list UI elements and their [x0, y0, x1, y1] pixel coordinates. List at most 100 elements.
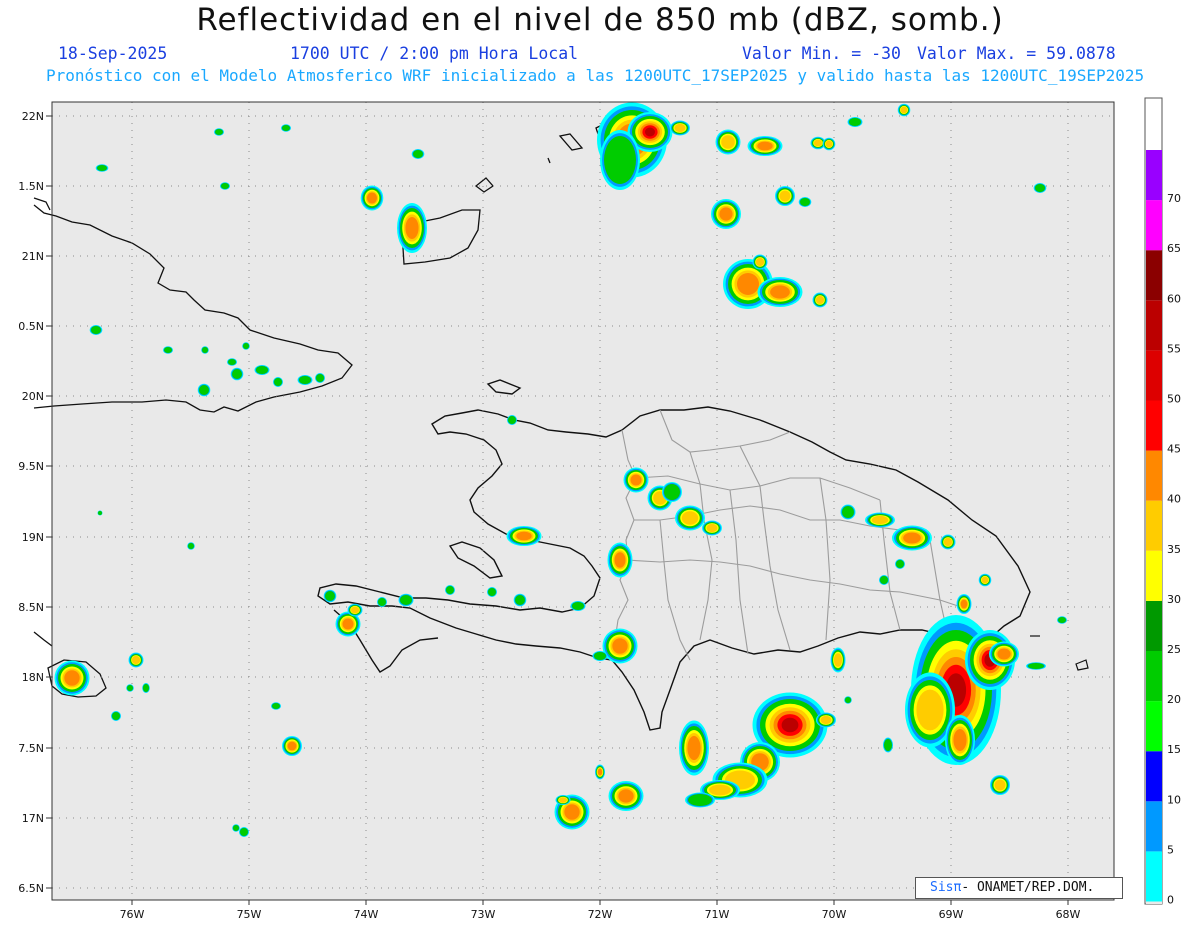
reflectivity-cell: [825, 140, 833, 148]
reflectivity-cell: [800, 198, 810, 206]
reflectivity-cell: [903, 532, 921, 544]
colorbar-label: 45: [1167, 443, 1181, 456]
reflectivity-cell: [282, 125, 290, 131]
reflectivity-cell: [687, 735, 701, 761]
colorbar-segment: [1146, 350, 1162, 401]
reflectivity-cell: [604, 136, 636, 184]
reflectivity-cell: [572, 602, 584, 610]
reflectivity-cell: [413, 150, 423, 158]
reflectivity-cell: [64, 670, 80, 686]
reflectivity-cell: [221, 183, 229, 189]
reflectivity-cell: [112, 712, 120, 720]
reflectivity-cell: [316, 374, 324, 382]
reflectivity-cell: [781, 717, 799, 733]
reflectivity-cell: [681, 511, 699, 525]
colorbar-segment: [1146, 801, 1162, 852]
reflectivity-cell: [688, 794, 712, 806]
reflectivity-cell: [232, 369, 242, 379]
colorbar-segment: [1146, 450, 1162, 501]
lon-label: 75W: [237, 908, 262, 921]
colorbar: [1144, 97, 1163, 905]
colorbar-label: 50: [1167, 393, 1181, 406]
reflectivity-cell: [719, 207, 733, 221]
reflectivity-cell: [240, 828, 248, 836]
reflectivity-cell: [770, 285, 790, 299]
lat-label: 21N: [22, 250, 44, 263]
lon-label: 72W: [588, 908, 613, 921]
reflectivity-cell: [614, 552, 626, 568]
reflectivity-cell: [994, 779, 1006, 791]
reflectivity-cell: [981, 576, 989, 584]
reflectivity-map: 76W 75W 74W 73W 72W 71W 70W 69W 68W 22N …: [18, 97, 1181, 921]
colorbar-segment: [1146, 400, 1162, 451]
colorbar-segment: [1146, 701, 1162, 752]
colorbar-segment: [1146, 300, 1162, 351]
reflectivity-cell: [202, 347, 208, 353]
reflectivity-cell: [98, 511, 102, 515]
reflectivity-cell: [325, 591, 335, 601]
lat-label: 7.5N: [18, 742, 44, 755]
reflectivity-cell: [143, 684, 149, 692]
reflectivity-cell: [558, 797, 568, 803]
lat-label: 1.5N: [18, 180, 44, 193]
colorbar-segment: [1146, 651, 1162, 702]
reflectivity-cell: [274, 378, 282, 386]
colorbar-label: 40: [1167, 493, 1181, 506]
reflectivity-cell: [350, 606, 360, 614]
reflectivity-cell: [880, 576, 888, 584]
colorbar-underflow: [1146, 901, 1162, 904]
reflectivity-cell: [127, 685, 133, 691]
colorbar-segment: [1146, 200, 1162, 251]
lon-label: 68W: [1056, 908, 1081, 921]
reflectivity-cell: [813, 139, 823, 147]
lon-label: 76W: [120, 908, 145, 921]
reflectivity-cell: [953, 729, 967, 751]
credit-box: Sisπ- ONAMET/REP.DOM.: [915, 877, 1123, 899]
reflectivity-cell: [871, 515, 889, 525]
colorbar-label: 30: [1167, 593, 1181, 606]
reflectivity-cell: [446, 586, 454, 594]
reflectivity-cell: [400, 595, 412, 605]
reflectivity-cell: [1058, 617, 1066, 623]
lat-label: 6.5N: [18, 882, 44, 895]
colorbar-segment: [1146, 851, 1162, 902]
reflectivity-cell: [564, 804, 580, 820]
reflectivity-cell: [188, 543, 194, 549]
reflectivity-cell: [943, 537, 953, 547]
colorbar-segment: [1146, 150, 1162, 201]
reflectivity-cell: [721, 135, 735, 149]
reflectivity-cell: [849, 118, 861, 126]
colorbar-label: 60: [1167, 292, 1181, 305]
reflectivity-cell: [960, 599, 968, 609]
reflectivity-cell: [997, 648, 1011, 660]
colorbar-label: 65: [1167, 242, 1181, 255]
colorbar-label: 15: [1167, 743, 1181, 756]
reflectivity-cell: [367, 192, 377, 204]
map-background: [52, 102, 1114, 900]
reflectivity-cell: [488, 588, 496, 596]
reflectivity-cell: [612, 638, 628, 654]
reflectivity-cell: [916, 689, 944, 731]
colorbar-label: 55: [1167, 342, 1181, 355]
reflectivity-cell: [1028, 663, 1044, 669]
colorbar-label: 25: [1167, 643, 1181, 656]
reflectivity-cell: [737, 273, 759, 295]
reflectivity-cell: [664, 484, 680, 500]
reflectivity-cell: [233, 825, 239, 831]
reflectivity-cell: [594, 652, 606, 660]
reflectivity-cell: [842, 506, 854, 518]
reflectivity-cell: [287, 741, 297, 751]
reflectivity-cell: [378, 598, 386, 606]
reflectivity-cell: [597, 768, 603, 776]
reflectivity-cell: [757, 141, 773, 151]
colorbar-label: 70: [1167, 192, 1181, 205]
reflectivity-cell: [299, 376, 311, 384]
reflectivity-cell: [884, 739, 892, 751]
reflectivity-cell: [131, 655, 141, 665]
reflectivity-cell: [243, 343, 249, 349]
lat-label: 18N: [22, 671, 44, 684]
reflectivity-cell: [515, 595, 525, 605]
lat-label: 20N: [22, 390, 44, 403]
colorbar-label: 0: [1167, 894, 1174, 907]
reflectivity-cell: [199, 385, 209, 395]
